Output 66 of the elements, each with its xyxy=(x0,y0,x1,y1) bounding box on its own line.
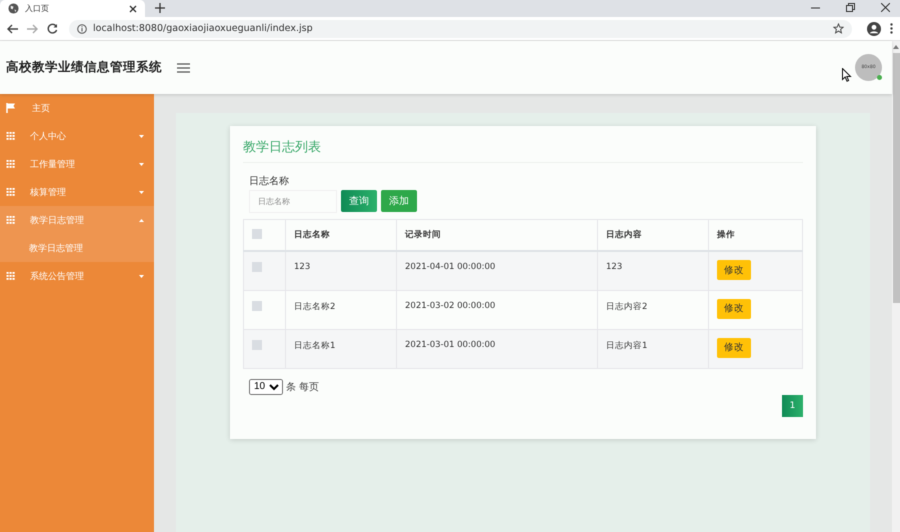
card-title: 教学日志列表 xyxy=(243,138,803,163)
page-size-label: 条 每页 xyxy=(286,380,320,394)
grid-icon xyxy=(6,188,16,196)
sidebar-item[interactable]: 工作量管理 xyxy=(0,150,154,178)
checkbox[interactable] xyxy=(252,300,262,310)
flag-icon xyxy=(6,103,16,113)
menu-icon[interactable] xyxy=(177,62,190,72)
tab-title: 入口页 xyxy=(25,3,50,14)
column-header: 操作 xyxy=(717,230,735,240)
column-header: 日志内容 xyxy=(606,230,642,240)
sidebar-item[interactable]: 主页 xyxy=(0,94,154,122)
edit-button[interactable]: 修改 xyxy=(717,260,751,280)
checkbox[interactable] xyxy=(252,228,262,238)
table-cell: 2021-04-01 00:00:00 xyxy=(405,262,496,272)
edit-button[interactable]: 修改 xyxy=(717,298,751,318)
sidebar-item[interactable]: 系统公告管理 xyxy=(0,262,154,290)
info-icon xyxy=(77,24,87,34)
column-header: 记录时间 xyxy=(405,230,441,240)
browser-tab[interactable]: 入口页 xyxy=(0,0,145,17)
star-icon[interactable] xyxy=(833,23,844,34)
table-cell: 日志名称1 xyxy=(294,340,336,350)
scrollbar[interactable] xyxy=(892,41,900,532)
more-icon[interactable] xyxy=(890,23,893,34)
scroll-thumb[interactable] xyxy=(892,53,900,303)
grid-icon xyxy=(6,132,16,140)
restore-icon[interactable] xyxy=(846,3,855,12)
page-size-select[interactable]: 10 xyxy=(249,378,283,394)
search-label: 日志名称 xyxy=(249,174,290,188)
back-icon[interactable] xyxy=(7,24,18,34)
cursor-icon xyxy=(842,68,852,82)
query-button[interactable]: 查询 xyxy=(341,190,377,212)
close-icon[interactable] xyxy=(129,4,137,12)
table-cell: 日志内容1 xyxy=(606,340,648,350)
caret-icon xyxy=(139,274,144,278)
checkbox[interactable] xyxy=(252,262,262,272)
caret-icon xyxy=(139,218,144,222)
checkbox[interactable] xyxy=(252,340,262,350)
table-cell: 2021-03-02 00:00:00 xyxy=(405,300,496,310)
table-cell: 2021-03-01 00:00:00 xyxy=(405,340,496,350)
status-dot xyxy=(877,75,882,80)
grid-icon xyxy=(6,216,16,224)
table-cell: 日志名称2 xyxy=(294,302,336,312)
caret-icon xyxy=(139,190,144,194)
close-icon[interactable] xyxy=(881,3,890,12)
table-cell: 日志内容2 xyxy=(606,302,648,312)
page-button[interactable]: 1 xyxy=(782,394,803,416)
globe-icon xyxy=(8,3,19,14)
grid-icon xyxy=(6,160,16,168)
add-button[interactable]: 添加 xyxy=(381,190,417,212)
sidebar-item[interactable]: 核算管理 xyxy=(0,178,154,206)
grid-icon xyxy=(6,272,16,280)
sidebar-item[interactable]: 个人中心 xyxy=(0,122,154,150)
table-cell: 123 xyxy=(294,262,310,272)
edit-button[interactable]: 修改 xyxy=(717,338,751,358)
table-cell: 123 xyxy=(606,262,622,272)
new-tab-icon[interactable] xyxy=(155,3,165,13)
app-title: 高校教学业绩信息管理系统 xyxy=(6,59,162,76)
column-header: 日志名称 xyxy=(294,230,330,240)
reload-icon[interactable] xyxy=(47,23,58,34)
sidebar-item[interactable]: 教学日志管理 xyxy=(0,206,154,234)
profile-icon[interactable] xyxy=(867,22,881,36)
caret-icon xyxy=(139,134,144,138)
search-field[interactable]: 日志名称 xyxy=(249,190,337,213)
address-field[interactable]: localhost:8080/gaoxiaojiaoxueguanli/index.jsp xyxy=(69,20,852,38)
caret-icon xyxy=(139,162,144,166)
scroll-up-icon[interactable] xyxy=(893,45,899,49)
